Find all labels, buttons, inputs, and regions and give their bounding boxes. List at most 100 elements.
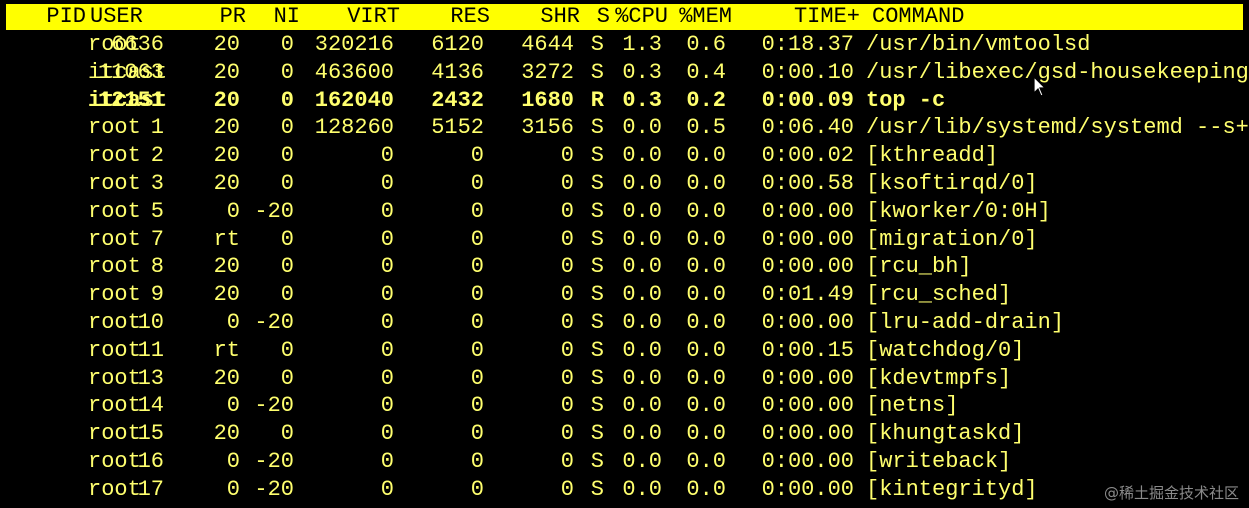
col-header-time: TIME+ <box>793 4 860 29</box>
state-cell: S <box>590 115 604 141</box>
command-cell: [rcu_sched] <box>866 282 1012 308</box>
shr-cell: 0 <box>560 365 574 391</box>
virt-cell: 0 <box>380 393 394 419</box>
res-cell: 0 <box>470 310 484 335</box>
pr-cell: rt <box>213 226 240 252</box>
table-header: PID USER PR NI VIRT RES SHR S %CPU %MEM … <box>6 4 1243 30</box>
pr-cell: 0 <box>226 449 240 474</box>
ni-cell: -20 <box>254 198 294 224</box>
mem-cell: 0.0 <box>686 198 726 224</box>
res-cell: 0 <box>470 337 484 363</box>
mouse-pointer-icon <box>1033 76 1047 97</box>
cpu-cell: 0.0 <box>622 143 662 169</box>
mem-cell: 0.0 <box>686 421 726 447</box>
table-row: 1 root 20 0 128260 5152 3156 S 0.0 0.5 0:06.40/usr… <box>0 114 1249 142</box>
cpu-cell: 0.0 <box>622 337 662 363</box>
cpu-cell: 0.0 <box>622 449 662 474</box>
mem-cell: 0.0 <box>686 226 726 252</box>
ni-cell: -20 <box>254 393 294 419</box>
res-cell: 0 <box>470 365 484 391</box>
time-cell: 0:00.00 <box>761 254 854 280</box>
state-cell: S <box>590 198 604 224</box>
watermark: @稀土掘金技术社区 <box>1103 484 1239 502</box>
command-cell: /usr/libexec/gsd-housekeeping <box>866 59 1249 85</box>
command-cell: [netns] <box>866 393 959 419</box>
time-cell: 0:00.00 <box>761 365 854 391</box>
res-cell: 0 <box>470 282 484 308</box>
ni-cell: 0 <box>280 87 294 113</box>
time-cell: 0:00.02 <box>761 143 854 169</box>
res-cell: 0 <box>470 421 484 447</box>
table-row: 17 root 0 -20 0 0 0 S 0.0 0.0 0:00.00 [kintegrityd] <box>0 476 1249 504</box>
cpu-cell: 0.0 <box>622 421 662 447</box>
state-cell: S <box>590 393 604 419</box>
mem-cell: 0.0 <box>686 282 726 308</box>
res-cell: 0 <box>470 393 484 419</box>
cpu-cell: 0.0 <box>622 310 662 335</box>
user-cell: root <box>88 365 141 391</box>
time-cell: 0:00.15 <box>761 337 854 363</box>
mem-cell: 0.0 <box>686 365 726 391</box>
mem-cell: 0.0 <box>686 143 726 169</box>
col-header-mem: %MEM <box>679 4 732 29</box>
shr-cell: 0 <box>560 421 574 447</box>
command-cell: [migration/0] <box>866 226 1038 252</box>
table-row: 8 root 20 0 0 0 0 S 0.0 0.0 0:00.00 [rcu_bh] <box>0 253 1249 281</box>
table-row: 10 root 0 -20 0 0 0 S 0.0 0.0 0:00.00 [lru-add-drai… <box>0 309 1249 337</box>
pr-cell: 20 <box>213 59 240 85</box>
virt-cell: 0 <box>380 254 394 280</box>
ni-cell: 0 <box>280 143 294 169</box>
pr-cell: 20 <box>213 254 240 280</box>
table-row: 6636 root 20 0 320216 6120 4644 S 1.3 0.6 0:18.37/… <box>0 31 1249 59</box>
pr-cell: 0 <box>226 310 240 335</box>
res-cell: 5152 <box>431 115 484 141</box>
pr-cell: 20 <box>213 143 240 169</box>
command-cell: [writeback] <box>866 449 1012 474</box>
ni-cell: 0 <box>280 59 294 85</box>
state-cell: S <box>590 254 604 280</box>
virt-cell: 0 <box>380 449 394 474</box>
col-header-pid: PID <box>46 4 86 29</box>
time-cell: 0:00.00 <box>761 393 854 419</box>
command-cell: [kworker/0:0H] <box>866 198 1051 224</box>
cpu-cell: 0.3 <box>622 87 662 113</box>
command-cell: [lru-add-drain] <box>866 310 1065 335</box>
table-row: 5 root 0 -20 0 0 0 S 0.0 0.0 0:00.00 [kworker/0:0H] <box>0 198 1249 226</box>
time-cell: 0:00.00 <box>761 226 854 252</box>
pr-cell: 20 <box>213 282 240 308</box>
command-cell: [rcu_bh] <box>866 254 972 280</box>
user-cell: root <box>88 198 141 224</box>
shr-cell: 0 <box>560 171 574 196</box>
time-cell: 0:00.00 <box>761 198 854 224</box>
cpu-cell: 0.0 <box>622 254 662 280</box>
shr-cell: 0 <box>560 393 574 419</box>
mem-cell: 0.0 <box>686 310 726 335</box>
pr-cell: 0 <box>226 198 240 224</box>
col-header-cpu: %CPU <box>615 4 668 29</box>
terminal-window[interactable]: PID USER PR NI VIRT RES SHR S %CPU %MEM … <box>0 0 1249 508</box>
user-cell: itcast <box>88 87 168 113</box>
res-cell: 0 <box>470 476 484 502</box>
state-cell: S <box>590 337 604 363</box>
virt-cell: 320216 <box>314 32 394 57</box>
mem-cell: 0.0 <box>686 337 726 363</box>
user-cell: root <box>88 226 141 252</box>
res-cell: 0 <box>470 226 484 252</box>
mem-cell: 0.0 <box>686 171 726 196</box>
mem-cell: 0.2 <box>686 87 726 113</box>
cpu-cell: 1.3 <box>622 32 662 57</box>
table-row: 2 root 20 0 0 0 0 S 0.0 0.0 0:00.02 [kthreadd] <box>0 142 1249 170</box>
command-cell: [ksoftirqd/0] <box>866 171 1038 196</box>
state-cell: S <box>590 282 604 308</box>
mem-cell: 0.4 <box>686 59 726 85</box>
state-cell: S <box>590 59 604 85</box>
cpu-cell: 0.0 <box>622 198 662 224</box>
virt-cell: 0 <box>380 421 394 447</box>
state-cell: S <box>590 143 604 169</box>
user-cell: root <box>88 143 141 169</box>
col-header-shr: SHR <box>540 4 580 29</box>
state-cell: S <box>590 476 604 502</box>
virt-cell: 0 <box>380 198 394 224</box>
time-cell: 0:00.09 <box>761 87 854 113</box>
state-cell: S <box>590 449 604 474</box>
